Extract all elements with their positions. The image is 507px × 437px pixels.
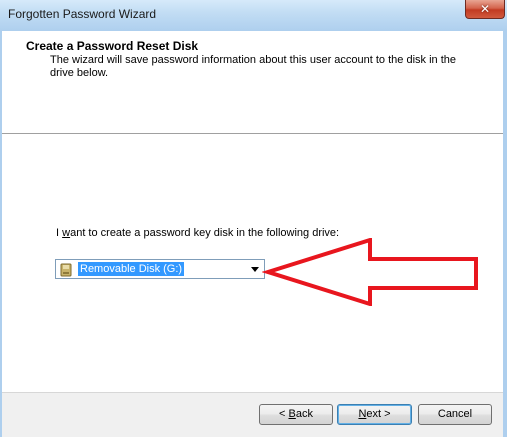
window-title: Forgotten Password Wizard [8,7,157,21]
close-icon: ✕ [479,2,491,16]
back-button[interactable]: < Back [259,404,333,425]
drive-dropdown[interactable]: Removable Disk (G:) [55,259,265,279]
next-button-rest: ext > [366,408,391,420]
header-divider [2,133,503,135]
wizard-footer: < Back Next > Cancel [2,393,503,437]
back-button-mnemonic: B [288,408,296,420]
red-annotation-arrow [262,238,478,306]
drive-dropdown-value: Removable Disk (G:) [78,262,185,276]
drive-label-mnemonic: w [62,227,71,239]
title-bar[interactable]: Forgotten Password Wizard ✕ [0,0,507,31]
wizard-header: Create a Password Reset Disk The wizard … [2,31,503,133]
next-button[interactable]: Next > [337,404,412,425]
removable-disk-icon [60,263,72,277]
page-title: Create a Password Reset Disk [26,39,199,53]
page-description: The wizard will save password informatio… [50,54,456,79]
window-frame-right [503,31,507,437]
back-button-rest: ack [295,408,313,420]
close-button[interactable]: ✕ [465,0,505,19]
cancel-button[interactable]: Cancel [418,404,492,425]
chevron-down-icon[interactable] [248,262,262,276]
wizard-window: Forgotten Password Wizard ✕ Create a Pas… [0,0,507,437]
drive-dropdown-selection: Removable Disk (G:) [58,262,244,277]
back-button-prefix: < [279,408,289,420]
